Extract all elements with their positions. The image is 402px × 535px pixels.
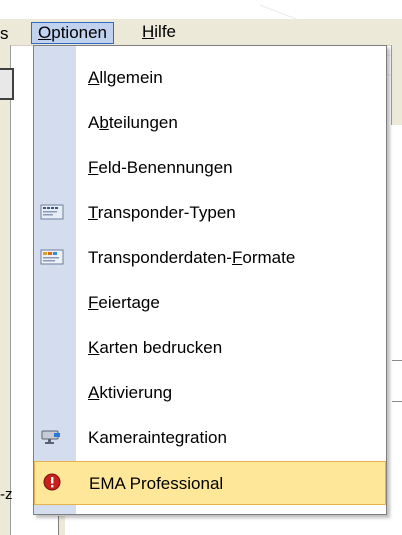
- menu-item-label: Feiertage: [88, 293, 160, 312]
- menu-item-label: Karten bedrucken: [88, 338, 223, 357]
- right-panel-divider: [392, 360, 402, 402]
- menu-item-allgemein[interactable]: Allgemein: [34, 56, 386, 100]
- menu-item-label: Feld-Benennungen: [88, 158, 233, 177]
- left-text-fragment: -z: [0, 486, 13, 503]
- menu-optionen[interactable]: Optionen: [31, 22, 115, 44]
- menu-item-label: Allgemein: [88, 68, 163, 87]
- transponder-format-icon: [40, 249, 64, 265]
- menu-item-abteilungen[interactable]: Abteilungen: [34, 101, 386, 145]
- left-panel-edge: [0, 45, 11, 535]
- warning-icon: [43, 473, 61, 491]
- menu-item-feld-benennungen[interactable]: Feld-Benennungen: [34, 146, 386, 190]
- menu-item-transponder-typen[interactable]: Transponder-Typen: [34, 191, 386, 235]
- menu-item-transponderdaten-formate[interactable]: Transponderdaten-Formate: [34, 236, 386, 280]
- menu-item-label: Transponder-Typen: [88, 203, 236, 222]
- menu-hilfe[interactable]: Hilfe: [136, 22, 182, 42]
- menu-item-label: Transponderdaten-Formate: [88, 248, 296, 267]
- menu-item-label: EMA Professional: [89, 474, 224, 493]
- left-control-fragment: [0, 68, 14, 100]
- menu-item-label: Kameraintegration: [88, 428, 227, 447]
- menu-item-ema-professional[interactable]: EMA Professional: [34, 461, 386, 505]
- menubar-prev-fragment[interactable]: s: [0, 24, 9, 44]
- bottom-panel-edge: [58, 516, 65, 535]
- menu-item-karten-bedrucken[interactable]: Karten bedrucken: [34, 326, 386, 370]
- camera-icon: [41, 430, 60, 444]
- menu-hilfe-label: ilfe: [154, 22, 177, 41]
- menu-item-kameraintegration[interactable]: Kameraintegration: [34, 416, 386, 460]
- menu-optionen-mnemonic: O: [38, 23, 52, 42]
- optionen-dropdown-menu: Allgemein Abteilungen Feld-Benennungen T…: [33, 45, 387, 515]
- menu-optionen-label: ptionen: [51, 23, 108, 42]
- menu-item-label: Abteilungen: [88, 113, 178, 132]
- menu-item-label: Aktivierung: [88, 383, 173, 402]
- menu-item-aktivierung[interactable]: Aktivierung: [34, 371, 386, 415]
- menu-item-feiertage[interactable]: Feiertage: [34, 281, 386, 325]
- right-panel-edge: [391, 45, 402, 125]
- menubar: s Optionen Hilfe: [0, 19, 402, 46]
- menu-hilfe-mnemonic: H: [142, 22, 155, 41]
- transponder-card-icon: [40, 204, 64, 220]
